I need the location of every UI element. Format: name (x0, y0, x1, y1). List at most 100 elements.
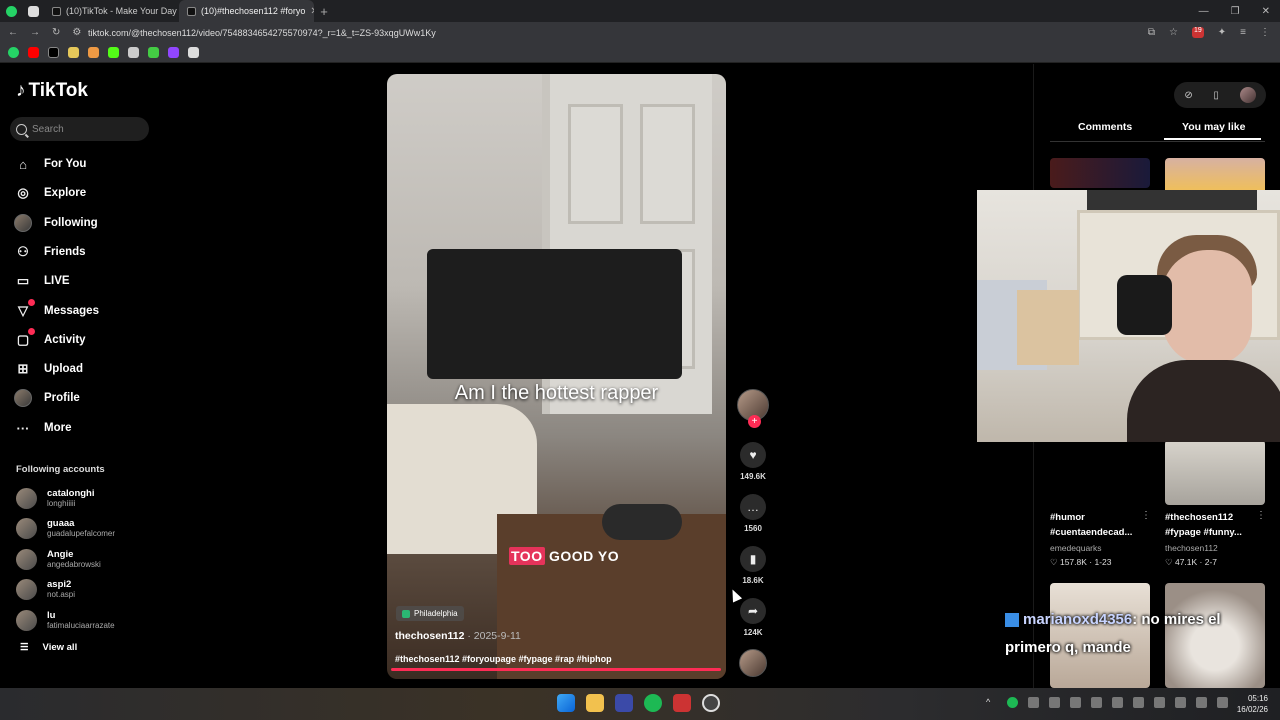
app-star-icon[interactable] (615, 694, 633, 712)
nav-for-you[interactable]: ⌂ For You (14, 153, 86, 175)
tray-steam-icon[interactable] (1070, 697, 1081, 708)
bookmark-4-icon[interactable] (68, 47, 79, 58)
browser-tab-bar: (10)TikTok - Make Your Day (10)#thechose… (0, 0, 1280, 22)
extensions-icon[interactable]: ✦ (1218, 27, 1226, 38)
like-button[interactable]: ♥ 149.6K (737, 442, 769, 481)
nav-friends[interactable]: ⚇ Friends (14, 241, 85, 263)
nav-upload[interactable]: ⊞ Upload (14, 358, 83, 380)
device-icon[interactable]: ▯ (1213, 90, 1219, 101)
bookmark-8-icon[interactable] (148, 47, 159, 58)
comment-button[interactable]: … 1560 (737, 494, 769, 533)
following-account[interactable]: lu fatimaluciaarrazate (16, 607, 115, 633)
system-clock[interactable]: 05:16 16/02/26 (1237, 693, 1268, 715)
url-field[interactable]: tiktok.com/@thechosen112/video/754883465… (84, 28, 1148, 38)
card-more-icon[interactable]: ⋮ (1256, 510, 1266, 521)
reload-icon[interactable]: ↻ (52, 27, 60, 38)
creator-avatar[interactable]: + (737, 389, 769, 428)
tab-you-may-like[interactable]: You may like (1164, 121, 1262, 140)
bookmark-twitch-icon[interactable] (168, 47, 179, 58)
comment-icon[interactable]: … (740, 494, 766, 520)
close-window-icon[interactable]: ✕ (1262, 6, 1270, 17)
tiktok-logo[interactable]: ♪ TikTok (16, 80, 88, 102)
media-icon[interactable]: ≡ (1240, 27, 1246, 38)
tray-chevron-icon[interactable]: ^ (986, 697, 997, 708)
video-thumbnail[interactable] (1165, 440, 1265, 505)
file-explorer-icon[interactable] (586, 694, 604, 712)
compass-icon[interactable]: ⊘ (1184, 90, 1192, 101)
nav-following[interactable]: Following (14, 212, 98, 234)
tray-network-icon[interactable] (1196, 697, 1207, 708)
nav-live[interactable]: ▭ LIVE (14, 270, 70, 292)
pinned-tab-2[interactable] (22, 0, 44, 22)
following-account[interactable]: aspi2 not.aspi (16, 576, 75, 602)
menu-icon[interactable]: ⋮ (1260, 27, 1270, 38)
following-account[interactable]: catalonghi longhiiiii (16, 485, 95, 511)
tray-volume-icon[interactable] (1133, 697, 1144, 708)
video-thumbnail[interactable] (1050, 158, 1150, 188)
share-icon[interactable]: ➦ (740, 598, 766, 624)
new-tab-button[interactable]: + (314, 4, 334, 19)
nav-activity[interactable]: ▢ Activity (14, 328, 86, 351)
site-info-icon[interactable]: ⚙ (72, 27, 81, 38)
spotify-icon[interactable] (644, 694, 662, 712)
extension-badge[interactable]: 19 (1191, 27, 1204, 38)
card-caption-line: #cuentaendecad... (1050, 527, 1133, 538)
bookmark-7-icon[interactable] (128, 47, 139, 58)
video-progress-bar[interactable] (391, 668, 721, 671)
user-avatar[interactable] (1239, 87, 1256, 103)
bookmark-whatsapp-icon[interactable] (8, 47, 19, 58)
tray-app-icon[interactable] (1049, 697, 1060, 708)
tray-spotify-icon[interactable] (1007, 697, 1018, 708)
nav-explore[interactable]: ◎ Explore (14, 182, 86, 204)
bookmark-5-icon[interactable] (88, 47, 99, 58)
tab-comments[interactable]: Comments (1078, 121, 1132, 138)
tab-tiktok-home[interactable]: (10)TikTok - Make Your Day (44, 0, 179, 22)
bookmark-kick-icon[interactable] (108, 47, 119, 58)
card-user[interactable]: thechosen112 (1165, 543, 1218, 553)
video-author[interactable]: thechosen112 · 2025-9-11 (395, 630, 521, 642)
author-name[interactable]: thechosen112 (395, 630, 464, 642)
tray-display-icon[interactable] (1175, 697, 1186, 708)
nav-messages[interactable]: ▽ Messages (14, 299, 99, 322)
sound-avatar-button[interactable] (737, 649, 769, 677)
bookmark-youtube-icon[interactable] (28, 47, 39, 58)
forward-icon[interactable]: → (30, 27, 40, 38)
card-user[interactable]: emedequarks (1050, 543, 1102, 553)
card-caption[interactable]: #humor #cuentaendecad... (1050, 510, 1132, 540)
following-account[interactable]: Angie angedabrowski (16, 546, 101, 572)
sound-disc-avatar[interactable] (739, 649, 767, 677)
tray-bluetooth-icon[interactable] (1112, 697, 1123, 708)
video-hashtags[interactable]: #thechosen112 #foryoupage #fypage #rap #… (395, 654, 612, 664)
tray-speaker-icon[interactable] (1217, 697, 1228, 708)
minimize-icon[interactable]: — (1199, 6, 1209, 17)
tray-mic-icon[interactable] (1154, 697, 1165, 708)
save-button[interactable]: ▮ 18.6K (737, 546, 769, 585)
follow-plus-icon[interactable]: + (748, 415, 761, 428)
bookmark-x-icon[interactable] (48, 47, 59, 58)
bookmark-star-icon[interactable]: ☆ (1169, 27, 1178, 38)
tray-app-icon[interactable] (1028, 697, 1039, 708)
video-player[interactable]: Am I the hottest rapper TOO GOOD YO Phil… (387, 74, 726, 679)
nav-profile[interactable]: Profile (14, 387, 80, 409)
creator-avatar-button[interactable]: + (737, 389, 769, 428)
pinned-tab-whatsapp[interactable] (0, 0, 22, 22)
card-more-icon[interactable]: ⋮ (1141, 510, 1151, 521)
following-account[interactable]: guaaa guadalupefalcomer (16, 515, 115, 541)
share-button[interactable]: ➦ 124K (737, 598, 769, 637)
restore-icon[interactable]: ❐ (1231, 6, 1240, 17)
heart-icon[interactable]: ♥ (740, 442, 766, 468)
nav-more[interactable]: ··· More (14, 417, 72, 439)
tab-video[interactable]: (10)#thechosen112 #foryo ✕ (179, 0, 314, 22)
chrome-icon[interactable] (702, 694, 720, 712)
bookmark-icon[interactable]: ▮ (740, 546, 766, 572)
location-tag[interactable]: Philadelphia (396, 606, 464, 621)
search-input[interactable]: Search (10, 117, 149, 141)
tray-app-icon[interactable] (1091, 697, 1102, 708)
bookmark-stack-icon[interactable] (188, 47, 199, 58)
card-caption[interactable]: #thechosen112 #fypage #funny... (1165, 510, 1242, 540)
back-icon[interactable]: ← (8, 27, 18, 38)
start-icon[interactable] (557, 694, 575, 712)
install-icon[interactable]: ⧉ (1148, 27, 1155, 38)
app-icon[interactable] (673, 694, 691, 712)
view-all-button[interactable]: ☰ View all (20, 642, 77, 653)
